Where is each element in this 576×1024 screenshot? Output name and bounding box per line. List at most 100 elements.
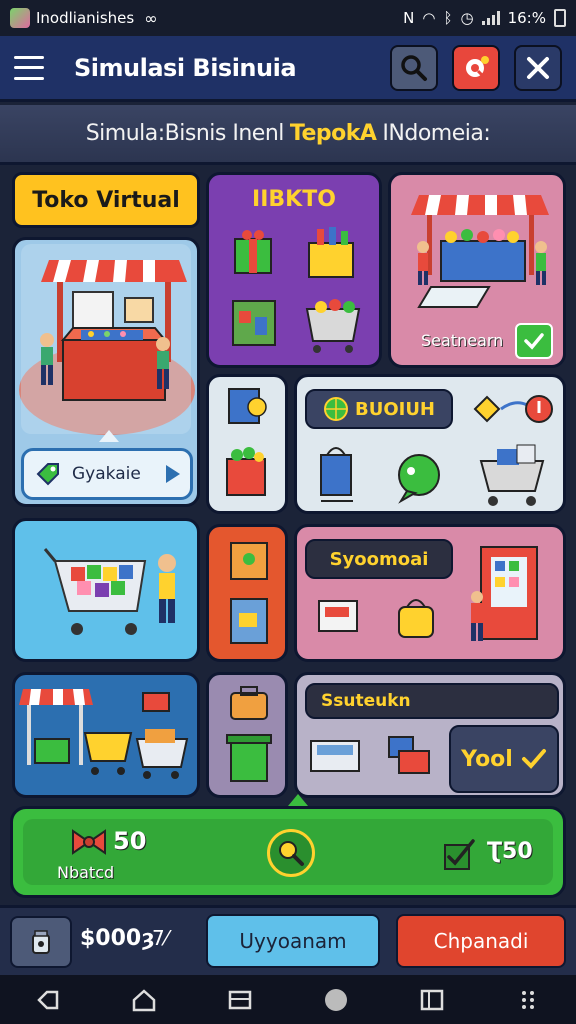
check-icon[interactable] bbox=[515, 323, 553, 359]
basket-fruits-icon bbox=[226, 447, 266, 496]
iibkto-label: IIBKTO bbox=[252, 187, 336, 212]
yool-button[interactable]: Yool bbox=[449, 725, 559, 793]
check-icon bbox=[521, 749, 546, 769]
stats-bar: 50 Nbatcd Ʈ50 bbox=[10, 806, 566, 898]
bow-icon bbox=[72, 829, 106, 855]
ssuteukn-panel[interactable]: Ssuteukn Yool bbox=[294, 672, 566, 798]
ssuteukn-label: Ssuteukn bbox=[305, 683, 559, 719]
close-icon bbox=[527, 56, 549, 79]
pointer-arrow bbox=[99, 430, 119, 442]
play-arrow-icon bbox=[166, 465, 180, 483]
clock-icon: ◷ bbox=[460, 9, 474, 27]
handbag-icon bbox=[398, 599, 434, 638]
yool-label: Yool bbox=[461, 746, 513, 772]
quest-button[interactable] bbox=[452, 44, 500, 91]
cart-customer-illustration bbox=[43, 548, 176, 635]
stall-panel[interactable]: Seatnearn bbox=[388, 172, 566, 368]
buoiuh-tag: BUOIUH bbox=[305, 389, 453, 429]
buoiuh-panel[interactable]: BUOIUH bbox=[294, 374, 566, 514]
bin-items-illustration bbox=[226, 686, 272, 782]
subtitle-suffix: INdomeia: bbox=[382, 121, 491, 146]
cash-register-icon bbox=[310, 740, 360, 772]
product-grid-illustration bbox=[232, 227, 361, 353]
stall-carts-illustration bbox=[19, 689, 189, 779]
wifi-icon: ◠ bbox=[422, 9, 436, 27]
bottom-action-bar: $000ȝ 7⁄ Uyyoanam Chpanadi bbox=[0, 905, 576, 975]
subtitle-highlight: TepokA bbox=[289, 121, 377, 146]
shopping-cart-icon bbox=[479, 444, 545, 506]
more-icon[interactable] bbox=[515, 987, 541, 1013]
home-dot-icon[interactable] bbox=[323, 987, 349, 1013]
subtitle-banner: Simula:Bisnis Inenl TepokA INdomeia: bbox=[0, 105, 576, 165]
orange-items-panel[interactable] bbox=[206, 524, 288, 662]
left-label: Nbatcd bbox=[57, 863, 115, 882]
app-bar: Simulasi Bisinuia bbox=[0, 36, 576, 102]
subtitle-prefix: Simula:Bisnis Inenl bbox=[85, 121, 285, 146]
chat-bubble-icon bbox=[398, 454, 440, 504]
red-action-button[interactable]: Chpanadi bbox=[396, 914, 566, 968]
buoiuh-label: BUOIUH bbox=[354, 398, 435, 420]
app-icon bbox=[10, 8, 30, 28]
iibkto-panel[interactable]: IIBKTO bbox=[206, 172, 382, 368]
items-mini-panel[interactable] bbox=[206, 374, 288, 514]
vending-illustration bbox=[318, 546, 538, 641]
status-bar: Inodlianishes ∞ N ◠ ᛒ ◷ 16:% bbox=[0, 0, 576, 36]
stall-carts-panel[interactable] bbox=[12, 672, 200, 798]
briefcase-icon bbox=[230, 686, 268, 720]
nfc-icon: N bbox=[403, 9, 415, 27]
boxes-icon bbox=[388, 736, 430, 774]
can-icon bbox=[230, 598, 268, 644]
search-round-button[interactable] bbox=[267, 829, 315, 877]
back-icon[interactable] bbox=[35, 987, 61, 1013]
green-bar-pointer bbox=[288, 794, 308, 806]
package-box-icon bbox=[232, 300, 276, 346]
bluetooth-icon: ᛒ bbox=[443, 9, 453, 27]
search-icon bbox=[401, 54, 427, 81]
items-mini-illustration bbox=[226, 388, 267, 496]
infinity-icon: ∞ bbox=[144, 8, 158, 28]
money-suffix: 7⁄ bbox=[152, 926, 169, 950]
battery-icon bbox=[554, 9, 566, 27]
status-time: 16:% bbox=[507, 9, 546, 27]
recents-icon[interactable] bbox=[227, 987, 253, 1013]
menu-icon[interactable] bbox=[14, 55, 44, 80]
orange-items-illustration bbox=[230, 542, 268, 644]
stall-illustration bbox=[411, 195, 549, 308]
basket-icon bbox=[305, 299, 361, 353]
close-button[interactable] bbox=[514, 44, 562, 91]
search-button[interactable] bbox=[390, 44, 438, 91]
home-icon[interactable] bbox=[131, 987, 157, 1013]
toko-virtual-panel[interactable]: Gyakaie bbox=[12, 237, 200, 507]
market-stall-illustration bbox=[19, 244, 195, 435]
syoomoai-panel[interactable]: Syoomoai bbox=[294, 524, 566, 662]
gift-box-icon bbox=[234, 230, 272, 274]
blue-action-button[interactable]: Uyyoanam bbox=[206, 914, 380, 968]
magnifier-icon bbox=[279, 841, 304, 866]
status-app-name: Inodlianishes bbox=[36, 9, 135, 27]
checklist-icon bbox=[444, 839, 475, 870]
price-tag-illustration bbox=[473, 395, 553, 423]
wallet-button[interactable] bbox=[10, 916, 72, 968]
page-title: Simulasi Bisinuia bbox=[74, 53, 297, 82]
stall-label: Seatnearn bbox=[421, 331, 504, 350]
system-nav-bar bbox=[0, 975, 576, 1024]
right-value: Ʈ50 bbox=[487, 839, 533, 864]
quest-icon bbox=[466, 55, 489, 77]
toko-action-button[interactable]: Gyakaie bbox=[21, 448, 193, 500]
bin-icon bbox=[226, 734, 272, 782]
cashier-items-illustration bbox=[310, 736, 430, 774]
cart-panel[interactable] bbox=[12, 518, 200, 662]
left-value: 50 bbox=[113, 827, 147, 855]
person-figure bbox=[471, 591, 483, 641]
shopping-items-illustration bbox=[320, 444, 545, 506]
globe-icon bbox=[323, 397, 348, 421]
toko-virtual-tab[interactable]: Toko Virtual bbox=[12, 172, 200, 228]
signal-icon bbox=[481, 11, 500, 25]
money-value: $000ȝ bbox=[80, 926, 155, 951]
vending-machine-icon bbox=[480, 546, 538, 640]
bin-items-panel[interactable] bbox=[206, 672, 288, 798]
drink-box-icon bbox=[308, 227, 354, 278]
cash-register-icon bbox=[318, 600, 358, 632]
tabs-icon[interactable] bbox=[419, 987, 445, 1013]
bag-icon bbox=[230, 542, 268, 580]
